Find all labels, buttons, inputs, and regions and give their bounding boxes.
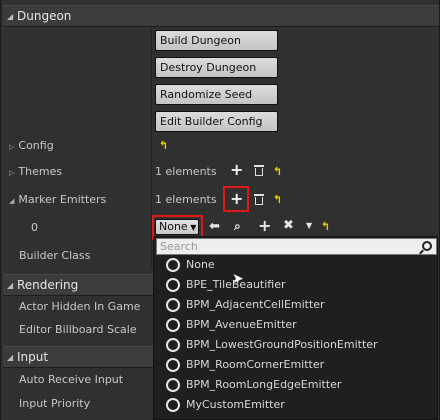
option-label: BPM_RoomLongEdgeEmitter bbox=[186, 378, 342, 391]
list-item[interactable]: BPM_LowestGroundPositionEmitter bbox=[164, 335, 434, 355]
themes-row[interactable]: ▷ Themes bbox=[9, 165, 62, 178]
editor-billboard-label: Editor Billboard Scale bbox=[19, 323, 137, 336]
option-label: None bbox=[186, 258, 215, 271]
option-label: MyCustomEmitter bbox=[186, 398, 285, 411]
details-panel: ◢ Dungeon Build Dungeon Destroy Dungeon … bbox=[0, 0, 440, 420]
radio-icon bbox=[166, 358, 180, 372]
section-input-title: Input bbox=[17, 350, 49, 364]
option-label: BPM_AdjacentCellEmitter bbox=[186, 298, 325, 311]
emitter-class-combo[interactable]: None ▼ bbox=[155, 219, 199, 235]
edit-builder-config-button[interactable]: Edit Builder Config bbox=[155, 111, 278, 132]
list-item[interactable]: BPM_RoomCornerEmitter bbox=[164, 355, 434, 375]
option-label: BPM_AvenueEmitter bbox=[186, 318, 297, 331]
add-element-icon[interactable]: + bbox=[230, 162, 243, 178]
collapse-arrow-icon: ◢ bbox=[9, 197, 15, 205]
radio-icon bbox=[166, 398, 180, 412]
radio-icon bbox=[166, 318, 180, 332]
themes-label: Themes bbox=[18, 165, 63, 178]
destroy-dungeon-button[interactable]: Destroy Dungeon bbox=[155, 57, 278, 78]
collapse-triangle-icon: ◢ bbox=[7, 12, 14, 21]
add-element-icon[interactable]: + bbox=[230, 191, 243, 207]
list-item[interactable]: BPM_AdjacentCellEmitter bbox=[164, 295, 434, 315]
reset-to-default-icon[interactable]: ↰ bbox=[273, 165, 282, 178]
reset-to-default-icon[interactable]: ↰ bbox=[273, 193, 282, 206]
dropdown-arrow-icon: ▼ bbox=[187, 223, 197, 232]
list-item[interactable]: BPE_TileBeautifier bbox=[164, 275, 434, 295]
mouse-cursor-icon: ➤ bbox=[232, 271, 244, 287]
array-index-label: 0 bbox=[31, 221, 38, 234]
options-dropdown-icon[interactable]: ▼ bbox=[306, 221, 312, 230]
radio-icon bbox=[166, 338, 180, 352]
config-label: Config bbox=[18, 139, 54, 152]
browse-magnifier-icon[interactable]: ⌕ bbox=[234, 219, 241, 234]
randomize-seed-button[interactable]: Randomize Seed bbox=[155, 84, 278, 105]
collapse-triangle-icon: ◢ bbox=[7, 353, 14, 362]
expand-arrow-icon: ▷ bbox=[9, 143, 15, 151]
builder-class-label: Builder Class bbox=[19, 249, 91, 262]
themes-count: 1 elements bbox=[155, 165, 217, 178]
radio-icon bbox=[166, 378, 180, 392]
option-label: BPM_LowestGroundPositionEmitter bbox=[186, 338, 378, 351]
insert-plus-icon[interactable]: + bbox=[258, 216, 271, 235]
section-rendering-title: Rendering bbox=[17, 278, 79, 292]
radio-icon bbox=[166, 278, 180, 292]
expand-arrow-icon: ▷ bbox=[9, 169, 15, 177]
trash-icon[interactable] bbox=[254, 165, 264, 176]
list-item[interactable]: MyCustomEmitter bbox=[164, 395, 434, 415]
marker-emitters-row[interactable]: ◢ Marker Emitters bbox=[9, 193, 106, 206]
delete-x-icon[interactable]: ✖ bbox=[283, 218, 294, 233]
auto-receive-label: Auto Receive Input bbox=[19, 373, 124, 386]
option-label: BPM_RoomCornerEmitter bbox=[186, 358, 325, 371]
section-input-header[interactable]: ◢ Input bbox=[3, 346, 153, 368]
build-dungeon-button[interactable]: Build Dungeon bbox=[155, 30, 278, 51]
marker-emitters-label: Marker Emitters bbox=[18, 193, 107, 206]
search-icon bbox=[422, 241, 432, 251]
radio-icon bbox=[166, 258, 180, 272]
list-item[interactable]: BPM_AvenueEmitter bbox=[164, 315, 434, 335]
radio-icon bbox=[166, 298, 180, 312]
section-dungeon-title: Dungeon bbox=[17, 9, 72, 23]
reset-to-default-icon[interactable]: ↰ bbox=[159, 139, 168, 152]
input-priority-label: Input Priority bbox=[19, 397, 91, 410]
class-picker-dropdown: Search None BPE_TileBeautifier BPM_Adjac… bbox=[153, 236, 438, 420]
section-rendering-header[interactable]: ◢ Rendering bbox=[3, 274, 153, 296]
section-dungeon-header[interactable]: ◢ Dungeon bbox=[3, 5, 439, 27]
search-input[interactable]: Search bbox=[156, 238, 437, 255]
reset-to-default-icon[interactable]: ↰ bbox=[321, 220, 330, 233]
actor-hidden-label: Actor Hidden In Game bbox=[19, 300, 141, 313]
marker-emitters-count: 1 elements bbox=[155, 193, 217, 206]
combo-value: None bbox=[159, 220, 188, 233]
trash-icon[interactable] bbox=[254, 194, 264, 205]
config-row[interactable]: ▷ Config bbox=[9, 139, 54, 152]
use-selected-arrow-icon[interactable]: ⬅ bbox=[209, 219, 220, 234]
list-item[interactable]: None bbox=[164, 255, 434, 275]
collapse-triangle-icon: ◢ bbox=[7, 281, 14, 290]
list-item[interactable]: BPM_RoomLongEdgeEmitter bbox=[164, 375, 434, 395]
search-placeholder: Search bbox=[160, 240, 198, 253]
